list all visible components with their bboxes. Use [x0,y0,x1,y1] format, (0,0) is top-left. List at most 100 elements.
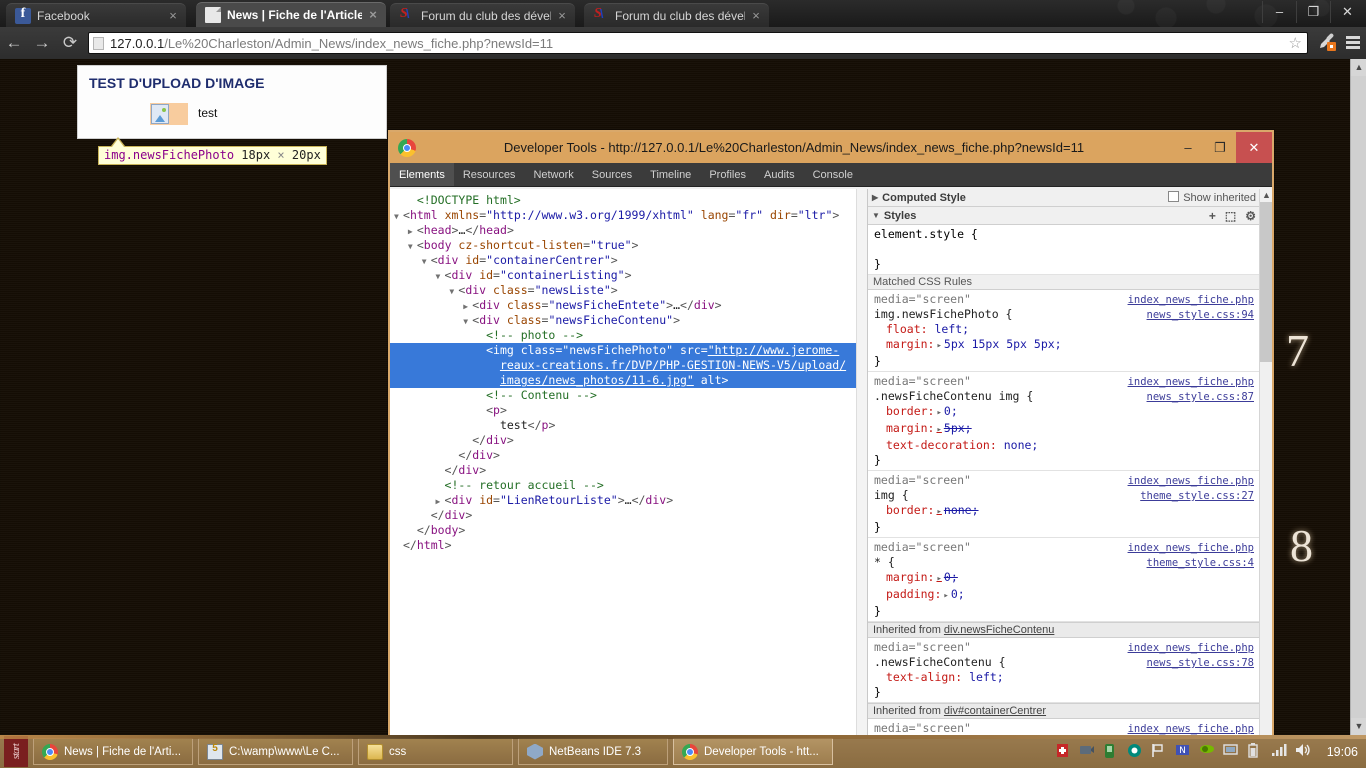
expand-shorthand-icon[interactable]: ▸ [934,408,943,418]
css-value[interactable]: left; [969,670,1004,684]
css-declaration[interactable]: margin: ▸ 0; [874,570,1268,587]
add-rule-icon[interactable]: + [1209,209,1216,223]
css-declaration[interactable]: padding: ▸ 0; [874,587,1268,604]
css-selector[interactable]: img.newsFichePhoto { [874,307,1012,321]
styles-header[interactable]: ▼ Styles + ⬚ ⚙ [868,207,1272,225]
taskbar-item[interactable]: NetBeans IDE 7.3 [518,738,668,765]
css-declaration[interactable]: border: ▸ 0; [874,404,1268,421]
gear-icon[interactable]: ⚙ [1245,209,1256,223]
css-value[interactable]: 0; [944,570,958,584]
display-icon[interactable] [1222,743,1240,760]
tab-sources[interactable]: Sources [583,163,641,186]
dom-tree-line[interactable]: </div> [390,463,867,478]
dom-tree-line[interactable]: ▼ <div id="containerCentrer"> [390,253,867,268]
css-property[interactable]: border: [874,503,934,518]
expand-shorthand-icon[interactable]: ▸ [934,507,943,517]
browser-tab-forum-1[interactable]: Forum du club des dévelo × [390,3,575,27]
tab-close-icon[interactable]: × [749,9,763,23]
css-rule-block[interactable]: media="screen"index_news_fiche.php#conta… [868,719,1272,735]
css-property[interactable]: float: [874,322,928,337]
css-rule-block[interactable]: media="screen" index_news_fiche.php img {t… [868,471,1272,538]
css-value[interactable]: none; [1004,438,1039,452]
css-source-file[interactable]: index_news_fiche.php [1128,642,1254,654]
css-selector[interactable]: .newsFicheContenu { [874,655,1006,669]
css-declaration[interactable]: text-align: left; [874,670,1268,685]
chevron-down-icon[interactable]: ▼ [422,254,431,269]
chevron-right-icon[interactable]: ▶ [463,299,472,314]
tab-elements[interactable]: Elements [390,163,454,186]
dom-tree-line[interactable]: <!DOCTYPE html> [390,193,867,208]
back-icon[interactable]: ← [0,29,28,57]
tab-audits[interactable]: Audits [755,163,804,186]
shield-icon[interactable] [1127,743,1144,760]
styles-scrollbar[interactable]: ▲ ▼ [1259,189,1272,735]
tab-resources[interactable]: Resources [454,163,525,186]
nvidia-icon[interactable] [1199,743,1216,760]
taskbar-clock[interactable]: 19:06 [1327,745,1358,759]
broken-image-icon[interactable] [151,104,169,124]
styles-sidebar-pane[interactable]: ▶ Computed Style Show inherited ∧ ▼ Styl… [868,189,1272,735]
css-value[interactable]: 0; [944,404,958,418]
dom-tree-line[interactable]: </div> [390,433,867,448]
devtools-close-button[interactable]: ✕ [1236,132,1272,163]
css-source-file[interactable]: index_news_fiche.php [1128,723,1254,735]
browser-tab-news-fiche[interactable]: News | Fiche de l'Article × [196,2,386,27]
dom-tree-line[interactable]: ▶ <head>…</head> [390,223,867,238]
styles-scroll-up-icon[interactable]: ▲ [1260,189,1272,202]
computed-style-header[interactable]: ▶ Computed Style Show inherited ∧ [868,189,1272,207]
css-selector[interactable]: .newsFicheContenu img { [874,389,1033,403]
css-property[interactable]: margin: [874,421,934,436]
dom-tree-line[interactable]: <!-- photo --> [390,328,867,343]
css-source-line[interactable]: theme_style.css:27 [1140,490,1254,502]
flag-icon[interactable] [1151,743,1168,760]
dom-tree-pane[interactable]: <!DOCTYPE html> ▼ <html xmlns="http://www.… [390,189,868,735]
bookmark-star-icon[interactable]: ☆ [1289,36,1302,51]
chevron-right-icon[interactable]: ▶ [436,494,445,509]
camera-icon[interactable] [1079,743,1096,760]
signal-icon[interactable] [1271,743,1288,760]
css-declaration[interactable]: margin: ▸ 5px 15px 5px 5px; [874,337,1268,354]
dom-tree-line[interactable]: </div> [390,448,867,463]
element-style-block[interactable]: element.style {} [868,225,1272,275]
css-source-file[interactable]: index_news_fiche.php [1128,542,1254,554]
close-button[interactable]: ✕ [1330,1,1364,23]
devtools-maximize-button[interactable]: ❐ [1204,132,1236,163]
battery-icon[interactable] [1247,743,1264,760]
css-declaration[interactable]: text-decoration: none; [874,438,1268,453]
css-property[interactable]: margin: [874,570,934,585]
minimize-button[interactable]: – [1262,1,1296,23]
css-rule-block[interactable]: media="screen" index_news_fiche.php * {the… [868,538,1272,622]
checkbox-icon[interactable] [1168,191,1180,202]
css-rule-block[interactable]: media="screen" index_news_fiche.php .newsF… [868,372,1272,471]
chrome-menu-icon[interactable] [1340,29,1366,57]
network-icon[interactable]: N [1175,743,1192,760]
page-info-icon[interactable] [93,36,104,50]
browser-tab-facebook[interactable]: Facebook × [6,3,186,27]
restore-button[interactable]: ❐ [1296,1,1330,23]
devtools-minimize-button[interactable]: – [1172,132,1204,163]
expand-shorthand-icon[interactable]: ▸ [934,425,943,435]
chevron-down-icon[interactable]: ▼ [394,209,403,224]
css-value[interactable]: 0; [951,587,965,601]
dom-tree-line[interactable]: ▼ <div class="newsFicheContenu"> [390,313,867,328]
forward-icon[interactable]: → [28,29,56,57]
css-value[interactable]: left; [934,322,969,336]
volume-icon[interactable] [1295,743,1312,760]
dom-tree-line[interactable]: test</p> [390,418,867,433]
css-source-line[interactable]: news_style.css:87 [1147,391,1254,403]
dom-tree-line[interactable]: images/news_photos/11-6.jpg" alt> [390,373,867,388]
dom-tree-line[interactable]: <p> [390,403,867,418]
dom-tree-line[interactable]: <img class="newsFichePhoto" src="http://… [390,343,867,358]
css-property[interactable]: text-decoration: [874,438,997,453]
eyedropper-icon[interactable] [1314,29,1340,57]
address-bar[interactable]: 127.0.0.1/Le%20Charleston/Admin_News/ind… [88,32,1308,54]
css-source-file[interactable]: index_news_fiche.php [1128,376,1254,388]
scroll-up-arrow-icon[interactable]: ▲ [1351,59,1366,76]
taskbar-item[interactable]: C:\wamp\www\Le C... [198,738,353,765]
css-source-file[interactable]: index_news_fiche.php [1128,475,1254,487]
tab-network[interactable]: Network [524,163,582,186]
tab-close-icon[interactable]: × [366,8,380,22]
usb-icon[interactable] [1103,743,1120,760]
css-declaration[interactable]: margin: ▸ 5px; [874,421,1268,438]
css-value[interactable]: none; [944,503,979,517]
